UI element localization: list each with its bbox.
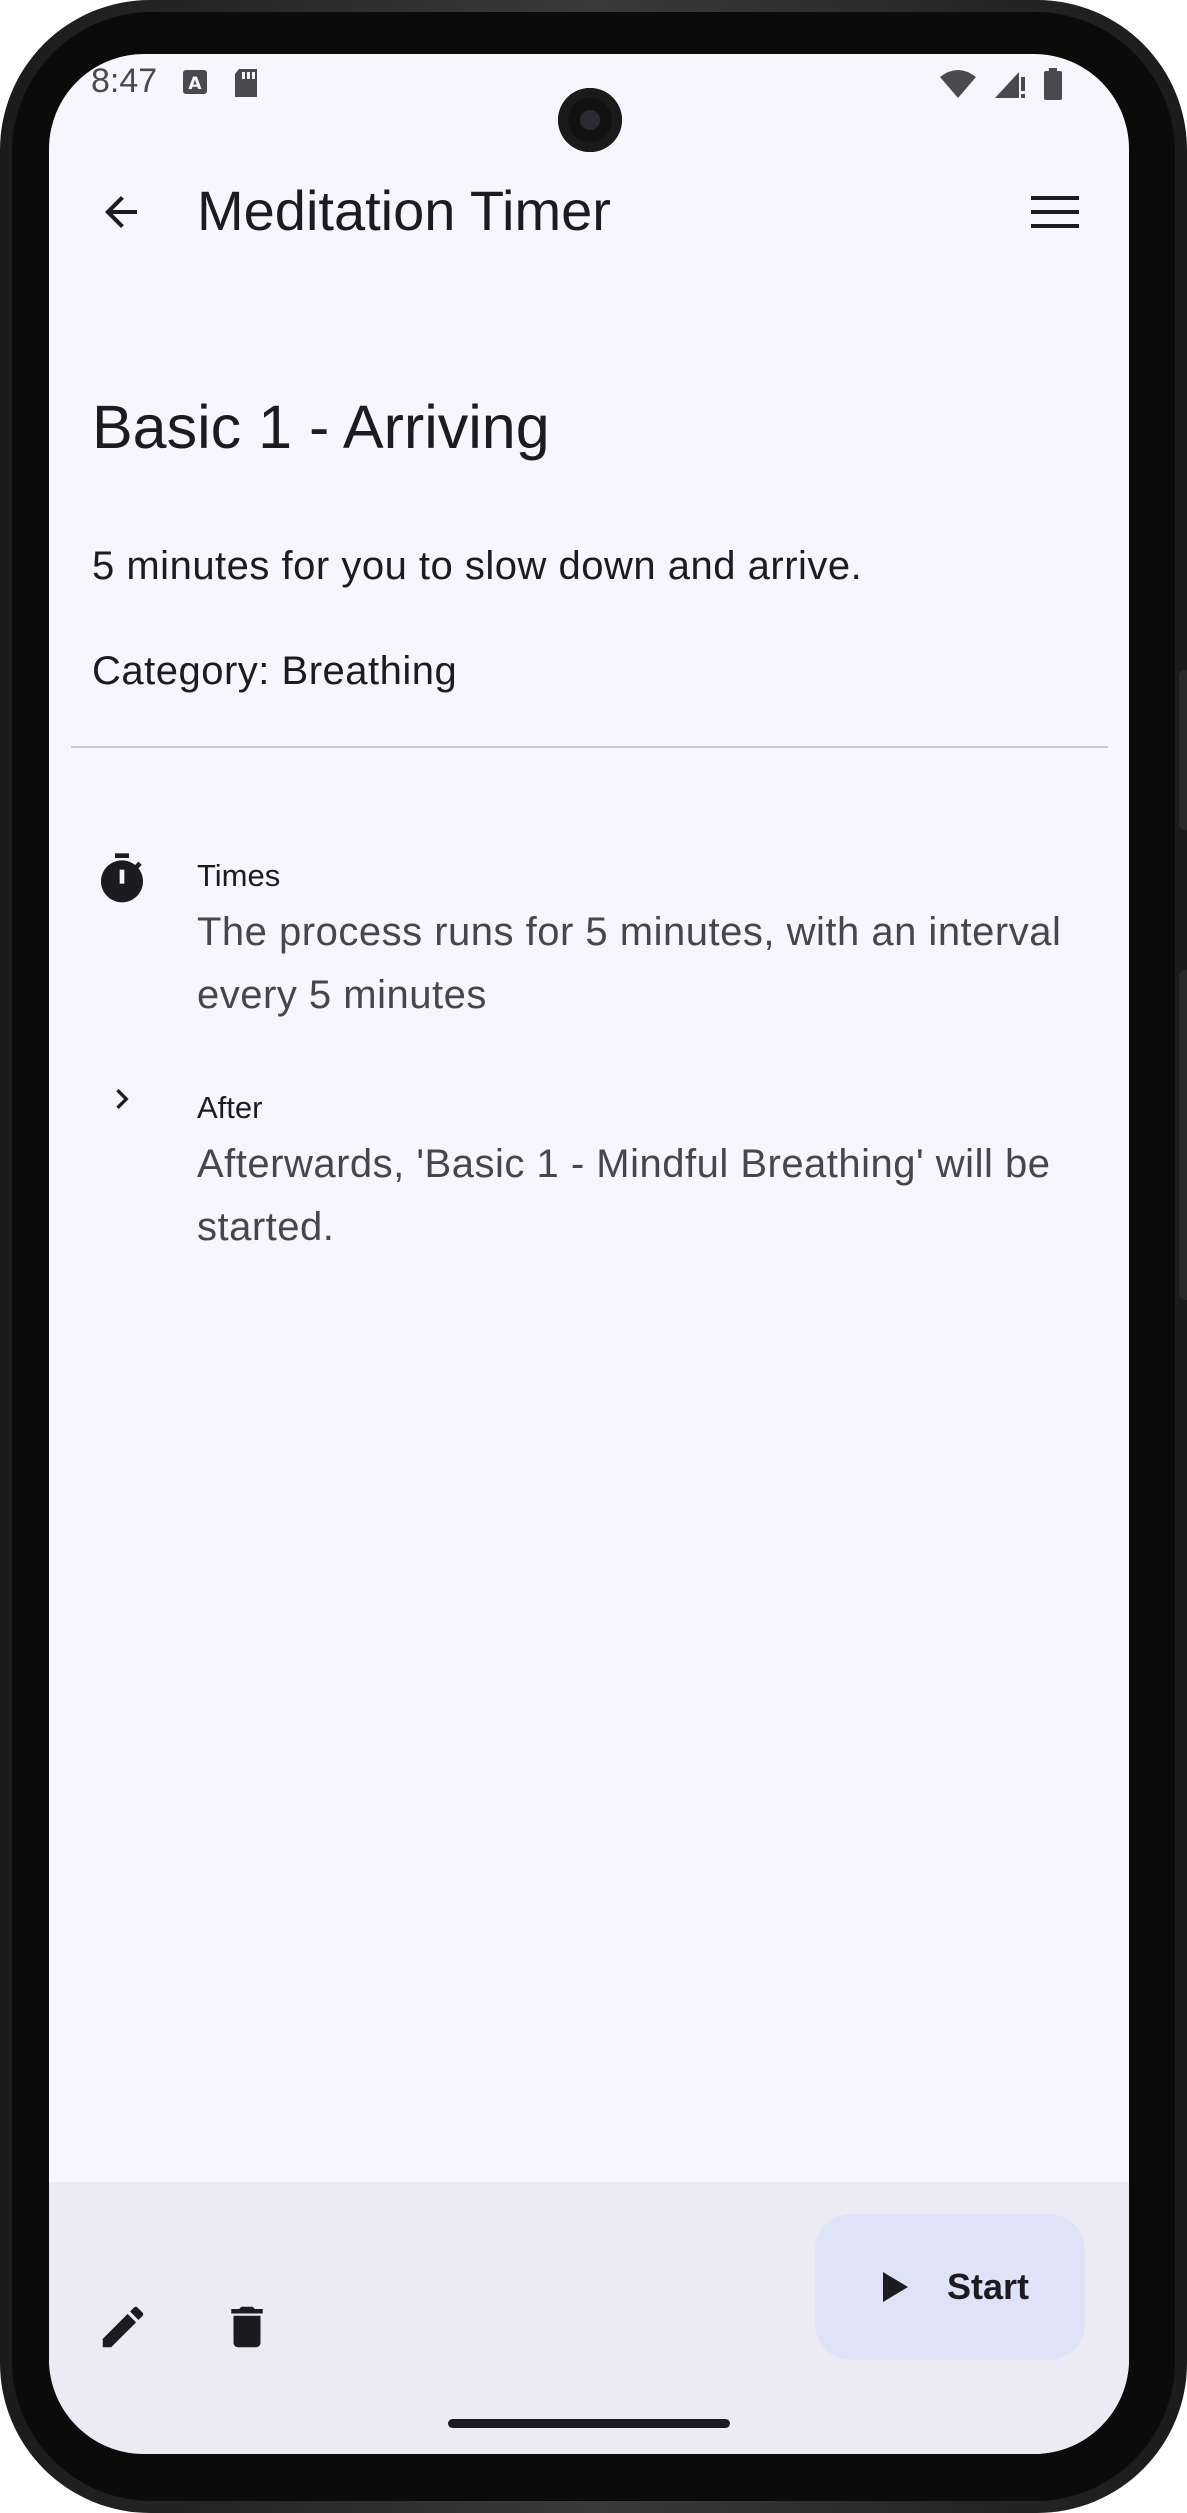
menu-button[interactable] — [1023, 182, 1087, 242]
arrow-back-icon — [105, 196, 137, 228]
bottom-app-bar: Start — [49, 2182, 1129, 2454]
home-indicator[interactable] — [448, 2419, 730, 2428]
pencil-icon — [102, 2306, 144, 2348]
top-app-bar: Meditation Timer — [49, 164, 1129, 254]
hamburger-menu-icon — [1031, 196, 1079, 228]
power-button — [1179, 970, 1187, 1300]
divider — [71, 746, 1108, 748]
svg-text:A: A — [188, 74, 202, 94]
device-frame: 8:47 A Meditation Timer Basic 1 - Arrivi… — [0, 0, 1187, 2513]
timer-category: Category: Breathing — [92, 649, 458, 693]
app-title: Meditation Timer — [197, 179, 611, 242]
screen: 8:47 A Meditation Timer Basic 1 - Arrivi… — [49, 54, 1129, 2454]
battery-icon — [1043, 68, 1063, 105]
volume-button — [1179, 670, 1187, 830]
timer-description: 5 minutes for you to slow down and arriv… — [92, 544, 863, 588]
chevron-right-icon — [92, 1069, 152, 1129]
accessibility-notification-icon: A — [181, 68, 209, 103]
status-right-icons — [939, 68, 1063, 105]
back-button[interactable] — [91, 182, 151, 242]
info-label-times: Times — [197, 858, 281, 893]
start-button[interactable]: Start — [815, 2214, 1085, 2360]
timer-name: Basic 1 - Arriving — [92, 393, 550, 461]
status-bar: 8:47 A — [49, 54, 1129, 152]
status-time: 8:47 — [91, 62, 158, 100]
cell-signal-icon — [993, 69, 1027, 104]
edit-button[interactable] — [83, 2287, 163, 2367]
info-value-after: Afterwards, 'Basic 1 - Mindful Breathing… — [197, 1142, 1051, 1249]
info-value-times: The process runs for 5 minutes, with an … — [197, 910, 1062, 1017]
delete-button[interactable] — [207, 2287, 287, 2367]
sd-card-icon — [233, 68, 259, 103]
front-camera — [558, 88, 622, 152]
status-left-icons: A — [181, 68, 259, 103]
info-label-after: After — [197, 1090, 263, 1125]
stopwatch-icon — [92, 849, 152, 909]
play-icon — [873, 2267, 913, 2307]
start-button-label: Start — [947, 2266, 1030, 2307]
wifi-icon — [939, 69, 977, 104]
trash-icon — [231, 2306, 263, 2348]
